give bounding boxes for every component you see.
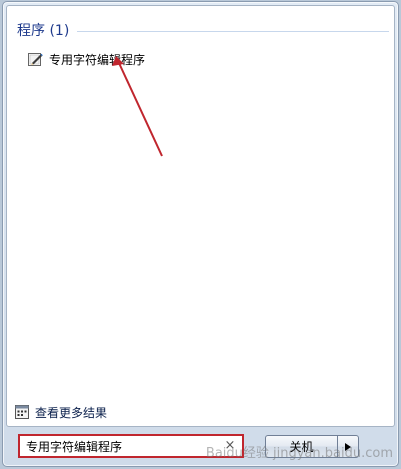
start-menu: 程序 (1) 专用字符编辑程序 查看更多结果 专用字符编辑程序 × 关机 [2,1,399,467]
result-group-header: 程序 (1) [17,20,389,40]
group-divider [77,30,389,32]
see-more-results-label: 查看更多结果 [35,405,108,420]
see-more-results-icon [15,405,29,419]
eudc-editor-icon [28,53,43,66]
see-more-results-link[interactable]: 查看更多结果 [15,403,107,421]
watermark: Baidu经验 jingyan.baidu.com [205,446,393,461]
result-item-label: 专用字符编辑程序 [49,52,146,67]
search-input-value: 专用字符编辑程序 [26,439,123,454]
search-results-pane: 程序 (1) 专用字符编辑程序 查看更多结果 [6,5,395,427]
result-item-eudc-editor[interactable]: 专用字符编辑程序 [27,50,149,68]
group-title[interactable]: 程序 (1) [17,20,69,40]
